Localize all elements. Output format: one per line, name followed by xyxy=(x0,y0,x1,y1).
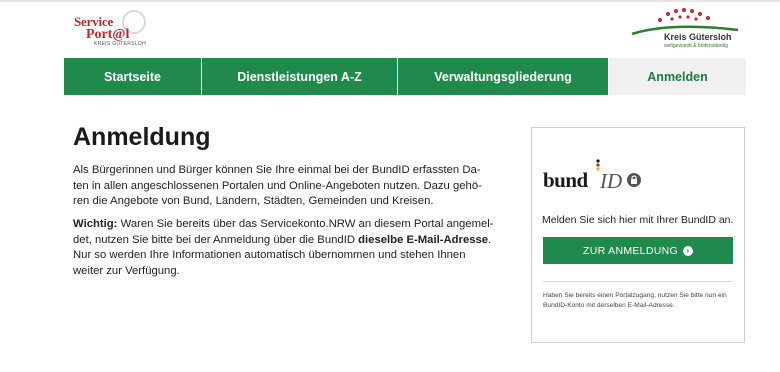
bundid-logo-id: ID xyxy=(600,169,623,193)
kreis-name: Kreis Gütersloh xyxy=(664,32,732,42)
top-border xyxy=(0,0,780,2)
important-line-1: Waren Sie bereits über das Servicekonto.… xyxy=(117,218,494,230)
bundid-login-card: bund ID Melden Sie sich hier mit Ihrer B… xyxy=(531,127,745,343)
service-portal-logo[interactable]: Service Port@l KREIS GÜTERSLOH xyxy=(74,10,146,50)
nav-startseite[interactable]: Startseite xyxy=(64,58,201,95)
bundid-hint-text: Haben Sie bereits einen Portalzugang, nu… xyxy=(543,292,727,309)
important-paragraph: Wichtig: Waren Sie bereits über das Serv… xyxy=(73,217,509,279)
arrow-right-circle-icon: › xyxy=(682,245,693,256)
lock-icon xyxy=(627,173,641,187)
page-title: Anmeldung xyxy=(73,123,211,151)
login-button-label: ZUR ANMELDUNG xyxy=(583,244,678,257)
important-label: Wichtig: xyxy=(73,218,118,230)
main-navigation: Startseite Dienstleistungen A-Z Verwaltu… xyxy=(64,58,746,95)
intro-line-1: Als Bürgerinnen und Bürger können Sie Ih… xyxy=(73,164,481,176)
important-line-4: weiter zur Verfügung. xyxy=(73,264,180,277)
important-line-2: det, nutzen Sie bitte bei der Anmeldung … xyxy=(73,233,359,246)
kreis-guetersloh-logo[interactable]: Kreis Gütersloh weltgewandt & bodenständ… xyxy=(630,8,740,52)
login-button[interactable]: ZUR ANMELDUNG › xyxy=(543,237,733,264)
logo-line3: KREIS GÜTERSLOH xyxy=(94,41,147,47)
bundid-intro-text: Melden Sie sich hier mit Ihrer BundID an… xyxy=(542,214,734,226)
nav-anmelden[interactable]: Anmelden xyxy=(608,58,746,95)
card-divider xyxy=(543,281,733,282)
nav-dienstleistungen[interactable]: Dienstleistungen A-Z xyxy=(201,58,397,95)
important-line-3: Nur so werden Ihre Informationen automat… xyxy=(73,249,466,261)
intro-line-3: ren die Angebote von Bund, Ländern, Städ… xyxy=(73,195,434,207)
kreis-tagline: weltgewandt & bodenständig xyxy=(664,43,728,49)
important-line-2-end: . xyxy=(488,233,492,246)
important-email-emphasis: dieselbe E-Mail-Adresse xyxy=(358,233,489,246)
nav-verwaltungsgliederung[interactable]: Verwaltungsgliederung xyxy=(397,58,608,95)
bundid-logo-bund: bund xyxy=(543,168,588,192)
intro-line-2: ten in allen angeschlossenen Portalen un… xyxy=(73,179,482,192)
intro-paragraph: Als Bürgerinnen und Bürger können Sie Ih… xyxy=(73,163,509,210)
